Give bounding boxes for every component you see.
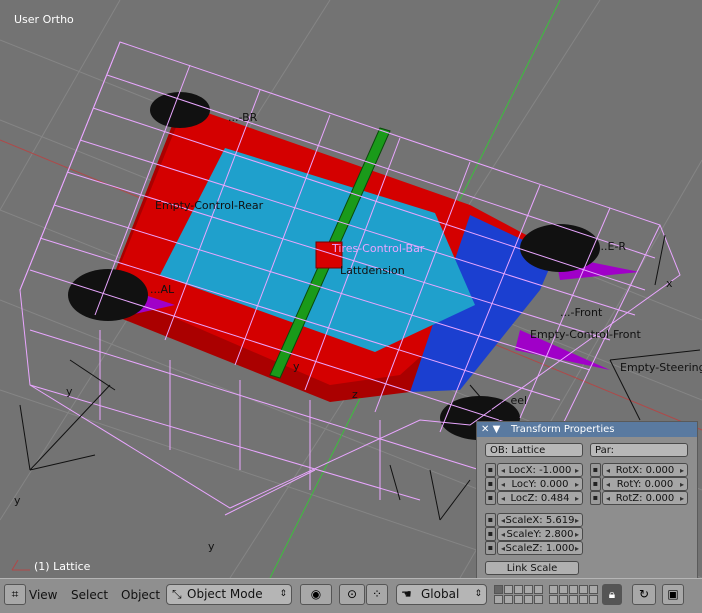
scale-y-field[interactable]: ◂ ScaleY: 2.800 ▸ bbox=[497, 527, 583, 541]
menu-select[interactable]: Select bbox=[71, 588, 108, 602]
layer-20[interactable] bbox=[589, 595, 598, 604]
scale-z-field[interactable]: ◂ ScaleZ: 1.000 ▸ bbox=[497, 541, 583, 555]
layer-6[interactable] bbox=[549, 585, 558, 594]
layer-buttons-right[interactable] bbox=[549, 585, 598, 605]
layer-7[interactable] bbox=[559, 585, 568, 594]
orientation-label: Global bbox=[421, 587, 460, 601]
layer-3[interactable] bbox=[514, 585, 523, 594]
lock-icon[interactable]: ▪ bbox=[590, 491, 601, 505]
chevron-updown-icon: ⇕ bbox=[474, 589, 482, 599]
layer-16[interactable] bbox=[549, 595, 558, 604]
axis-label-y: y bbox=[208, 540, 215, 553]
layer-5[interactable] bbox=[534, 585, 543, 594]
axis-label-y: y bbox=[14, 494, 21, 507]
rot-y-field[interactable]: ◂ RotY: 0.000 ▸ bbox=[602, 477, 688, 491]
active-object-label: (1) Lattice bbox=[34, 560, 91, 573]
panel-controls[interactable]: ✕ ▼ bbox=[481, 422, 500, 437]
mode-label: Object Mode bbox=[187, 587, 263, 601]
object-label-front: ...-Front bbox=[560, 306, 603, 319]
layer-8[interactable] bbox=[569, 585, 578, 594]
object-label-tires-control-bar: Tires-Control-Bar bbox=[332, 242, 425, 255]
close-icon[interactable]: ✕ bbox=[481, 424, 489, 435]
solid-draw-icon[interactable]: ◉ bbox=[300, 584, 332, 605]
view3d-icon[interactable]: ⌗ bbox=[4, 584, 26, 605]
loc-y-field[interactable]: ◂ LocY: 0.000 ▸ bbox=[497, 477, 583, 491]
render-icon[interactable]: ▣ bbox=[662, 584, 684, 605]
chevron-updown-icon: ⇕ bbox=[279, 589, 287, 599]
layer-1[interactable] bbox=[494, 585, 503, 594]
wheel-rear-right bbox=[150, 92, 210, 128]
object-label-wheel-l: ...AL bbox=[150, 283, 175, 296]
lock-icon[interactable]: ▪ bbox=[485, 513, 496, 527]
lock-icon[interactable]: ▪ bbox=[590, 463, 601, 477]
link-scale-button[interactable]: Link Scale bbox=[485, 561, 579, 575]
layer-13[interactable] bbox=[514, 595, 523, 604]
snap-icon[interactable]: ⁘ bbox=[366, 584, 388, 605]
link-icon[interactable]: ↻ bbox=[632, 584, 656, 605]
panel-header[interactable]: ✕ ▼ Transform Properties bbox=[477, 422, 697, 437]
loc-x-field[interactable]: ◂ LocX: -1.000 ▸ bbox=[497, 463, 583, 477]
layer-4[interactable] bbox=[524, 585, 533, 594]
lock-icon[interactable]: ▪ bbox=[590, 477, 601, 491]
wheel-front-right bbox=[520, 224, 600, 272]
transform-properties-panel[interactable]: ✕ ▼ Transform Properties OB: Lattice Par… bbox=[476, 421, 698, 580]
axis-label-y: y bbox=[293, 360, 300, 373]
menu-view[interactable]: View bbox=[29, 588, 57, 602]
object-label-wheel-br: ...-BR bbox=[228, 111, 258, 124]
layer-2[interactable] bbox=[504, 585, 513, 594]
parent-field[interactable]: Par: bbox=[590, 443, 688, 457]
object-label-wheel-bottom: ...eel bbox=[500, 394, 528, 407]
object-mode-icon: ⤡ bbox=[172, 587, 182, 601]
object-label-empty-steering: Empty-Steering bbox=[620, 361, 702, 374]
lock-icon[interactable]: ▪ bbox=[485, 477, 496, 491]
layer-11[interactable] bbox=[494, 595, 503, 604]
lock-icon[interactable]: ▪ bbox=[485, 491, 496, 505]
panel-title: Transform Properties bbox=[511, 424, 615, 435]
layer-15[interactable] bbox=[534, 595, 543, 604]
layer-12[interactable] bbox=[504, 595, 513, 604]
lock-icon[interactable]: ▪ bbox=[485, 541, 496, 555]
layer-buttons-left[interactable] bbox=[494, 585, 543, 605]
hand-icon: ☚ bbox=[401, 587, 412, 601]
layer-19[interactable] bbox=[579, 595, 588, 604]
mode-select[interactable]: ⤡ Object Mode ⇕ bbox=[166, 584, 292, 605]
object-label-lattice: Lattdension bbox=[340, 264, 405, 277]
layer-10[interactable] bbox=[589, 585, 598, 594]
axis-label-z: z bbox=[352, 388, 358, 401]
rot-z-field[interactable]: ◂ RotZ: 0.000 ▸ bbox=[602, 491, 688, 505]
lock-icon[interactable]: ▪ bbox=[485, 463, 496, 477]
layer-9[interactable] bbox=[579, 585, 588, 594]
object-label-empty-control-rear: Empty-Control-Rear bbox=[155, 199, 264, 212]
orientation-select[interactable]: ☚ Global ⇕ bbox=[396, 584, 487, 605]
loc-z-field[interactable]: ◂ LocZ: 0.484 ▸ bbox=[497, 491, 583, 505]
view3d-header: ⌗ View Select Object ⤡ Object Mode ⇕ ◉ ⊙… bbox=[0, 578, 702, 613]
object-label-empty-control-front: Empty-Control-Front bbox=[530, 328, 641, 341]
pivot-icon[interactable]: ⊙ bbox=[339, 584, 365, 605]
lock-icon[interactable]: 🔒︎ bbox=[602, 584, 622, 605]
origin-widget bbox=[11, 559, 30, 571]
layer-18[interactable] bbox=[569, 595, 578, 604]
view-name-label: User Ortho bbox=[14, 13, 74, 26]
menu-object[interactable]: Object bbox=[121, 588, 160, 602]
object-name-field[interactable]: OB: Lattice bbox=[485, 443, 583, 457]
axis-label-x: x bbox=[666, 277, 673, 290]
lock-icon[interactable]: ▪ bbox=[485, 527, 496, 541]
layer-17[interactable] bbox=[559, 595, 568, 604]
collapse-icon[interactable]: ▼ bbox=[493, 424, 501, 435]
axis-label-y: y bbox=[66, 385, 73, 398]
rot-x-field[interactable]: ◂ RotX: 0.000 ▸ bbox=[602, 463, 688, 477]
layer-14[interactable] bbox=[524, 595, 533, 604]
object-label-wheel-r: ...E-R bbox=[597, 240, 627, 253]
scale-x-field[interactable]: ◂ ScaleX: 5.619 ▸ bbox=[497, 513, 583, 527]
